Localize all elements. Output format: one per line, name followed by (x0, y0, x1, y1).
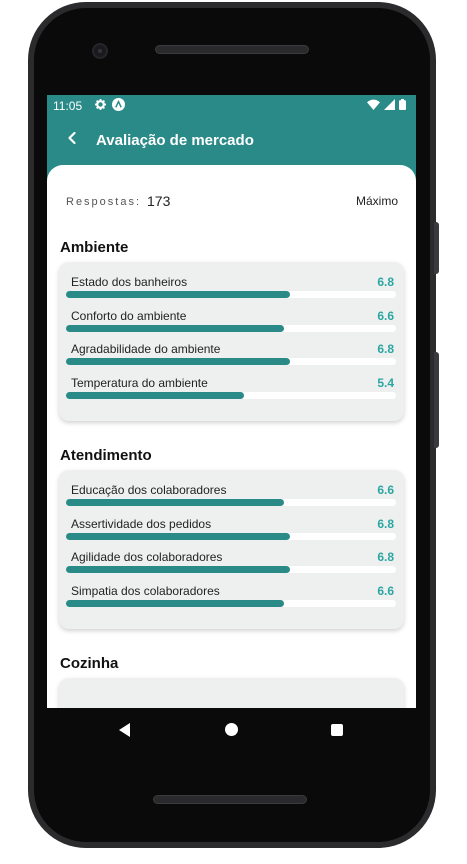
nav-back-icon[interactable] (119, 723, 130, 737)
content-panel: Respostas: 173 Máximo Ambiente Estado do… (47, 165, 416, 708)
item-label: Assertividade dos pedidos (71, 517, 212, 531)
list-item: Agradabilidade do ambiente 6.8 (66, 342, 396, 372)
item-label: Simpatia dos colaboradores (71, 584, 220, 598)
volume-button (434, 222, 439, 274)
progress-track (66, 392, 396, 399)
progress-track (66, 291, 396, 298)
list-item: Conforto do ambiente 6.6 (66, 309, 396, 339)
progress-fill (66, 600, 284, 607)
progress-track (66, 325, 396, 332)
signal-icon (384, 99, 395, 113)
nav-home-icon[interactable] (225, 723, 238, 736)
progress-track (66, 566, 396, 573)
system-nav-bar (47, 708, 416, 753)
list-item: Simpatia dos colaboradores 6.6 (66, 584, 396, 614)
item-label: Educação dos colaboradores (71, 483, 227, 497)
progress-fill (66, 291, 291, 298)
item-label: Agilidade dos colaboradores (71, 550, 223, 564)
page-title: Avaliação de mercado (96, 132, 254, 149)
list-item: Educação dos colaboradores 6.6 (66, 483, 396, 513)
card-ambiente: Estado dos banheiros 6.8 Conforto do amb… (59, 262, 404, 421)
bottom-speaker (153, 795, 307, 804)
list-item: Assertividade dos pedidos 6.8 (66, 517, 396, 547)
front-camera (92, 43, 108, 59)
back-button[interactable] (61, 129, 83, 151)
item-label: Temperatura do ambiente (71, 376, 208, 390)
screen: 11:05 Avaliação de mercado Respostas: 17… (47, 95, 416, 708)
wifi-icon (367, 99, 380, 113)
progress-fill (66, 499, 284, 506)
section-title-atendimento: Atendimento (60, 447, 152, 464)
top-speaker (155, 45, 309, 54)
item-value: 6.6 (377, 309, 394, 323)
power-button (434, 352, 439, 448)
progress-fill (66, 533, 291, 540)
app-bar: Avaliação de mercado (47, 117, 416, 165)
item-label: Estado dos banheiros (71, 275, 188, 289)
item-value: 6.8 (377, 550, 394, 564)
responses-label: Respostas: (66, 196, 142, 208)
progress-fill (66, 325, 284, 332)
status-bar: 11:05 (47, 95, 416, 117)
gear-icon (95, 99, 106, 113)
card-atendimento: Educação dos colaboradores 6.6 Assertivi… (59, 470, 404, 629)
battery-icon (399, 99, 406, 113)
item-label: Conforto do ambiente (71, 309, 187, 323)
max-button[interactable]: Máximo (356, 194, 398, 208)
progress-fill (66, 392, 245, 399)
item-value: 6.8 (377, 342, 394, 356)
responses-count: 173 (147, 193, 171, 209)
nav-recents-icon[interactable] (331, 724, 343, 736)
progress-track (66, 533, 396, 540)
progress-fill (66, 358, 291, 365)
item-value: 6.8 (377, 517, 394, 531)
list-item: Temperatura do ambiente 5.4 (66, 376, 396, 406)
progress-track (66, 600, 396, 607)
item-value: 6.6 (377, 483, 394, 497)
item-value: 5.4 (377, 376, 394, 390)
responses-row: Respostas: 173 Máximo (66, 192, 398, 212)
card-cozinha (59, 678, 404, 708)
list-item: Agilidade dos colaboradores 6.8 (66, 550, 396, 580)
item-label: Agradabilidade do ambiente (71, 342, 221, 356)
status-time: 11:05 (53, 99, 83, 113)
item-value: 6.6 (377, 584, 394, 598)
progress-fill (66, 566, 291, 573)
item-value: 6.8 (377, 275, 394, 289)
progress-track (66, 358, 396, 365)
list-item: Estado dos banheiros 6.8 (66, 275, 396, 305)
section-title-cozinha: Cozinha (60, 655, 119, 672)
chevron-left-icon (66, 131, 78, 150)
section-title-ambiente: Ambiente (60, 239, 129, 256)
progress-track (66, 499, 396, 506)
app-logo-icon (112, 98, 125, 114)
